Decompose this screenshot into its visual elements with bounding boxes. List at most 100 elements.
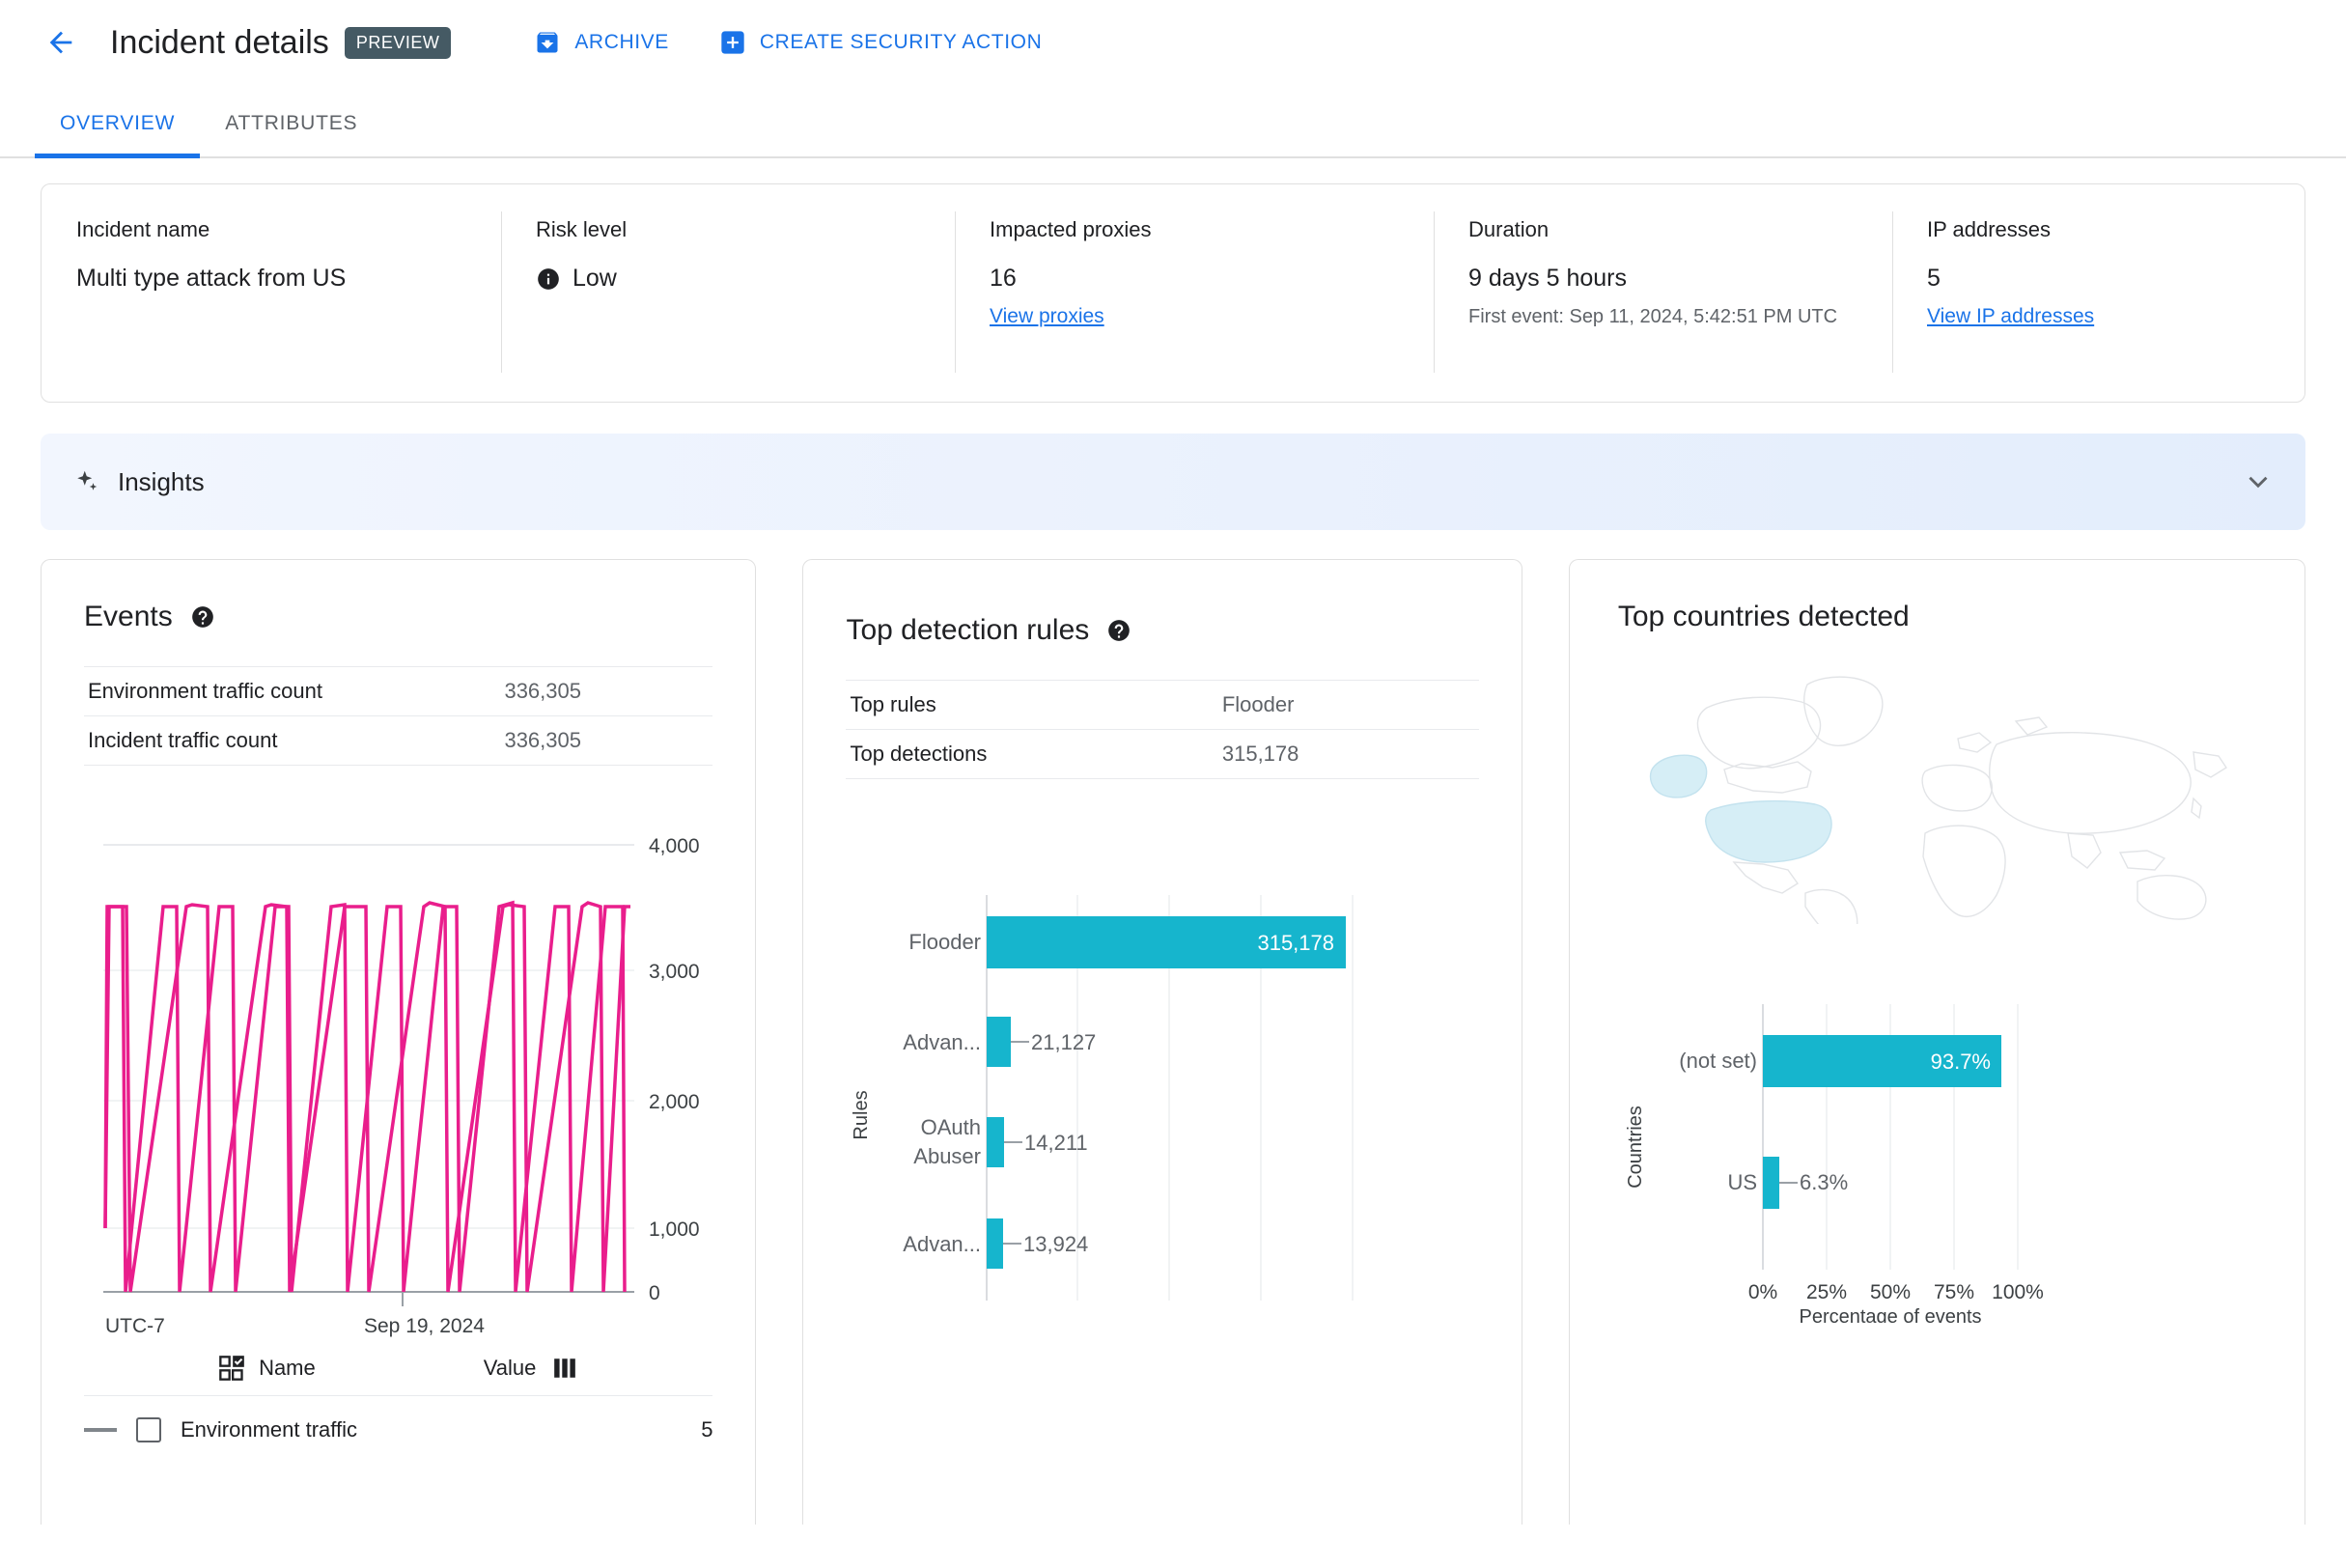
ip-addresses-value: 5 <box>1927 265 1941 292</box>
incident-name-label: Incident name <box>76 217 210 241</box>
incident-summary-card: Incident name Multi type attack from US … <box>41 183 2305 403</box>
events-legend-header: Name Value <box>84 1355 713 1396</box>
charts-row: Events Environment traffic count 336,305… <box>41 559 2305 1525</box>
help-icon[interactable] <box>1106 618 1131 643</box>
countries-x-axis-title: Percentage of events <box>1799 1306 1981 1323</box>
summary-impacted-proxies: Impacted proxies 16 View proxies <box>955 211 1434 377</box>
legend-value-header: Value <box>484 1356 579 1381</box>
bar-label-us: US <box>1727 1170 1757 1194</box>
countries-y-axis-title: Countries <box>1625 1106 1646 1189</box>
world-map <box>1618 658 2276 929</box>
view-ip-addresses-link[interactable]: View IP addresses <box>1927 305 2263 328</box>
select-all-icon[interactable] <box>218 1355 245 1382</box>
rules-row-key: Top rules <box>850 692 936 716</box>
summary-risk-level: Risk level Low <box>501 211 955 377</box>
bar-advanced-2 <box>987 1218 1004 1269</box>
bar-label-flooder: Flooder <box>909 930 982 954</box>
y-tick-4000: 4,000 <box>649 835 700 857</box>
risk-level-value-wrap: Low <box>536 264 920 294</box>
archive-icon <box>537 32 558 53</box>
list-item[interactable]: Environment traffic 5 <box>84 1396 712 1442</box>
summary-ip-addresses: IP addresses 5 View IP addresses <box>1892 211 2298 377</box>
bar-value-us: 6.3% <box>1800 1170 1848 1194</box>
y-tick-0: 0 <box>649 1282 660 1304</box>
series-color-swatch <box>84 1428 117 1432</box>
bar-us <box>1762 1157 1779 1209</box>
legend-name-label: Name <box>259 1356 316 1380</box>
events-row-key: Incident traffic count <box>88 728 278 752</box>
create-security-action-button[interactable]: CREATE SECURITY ACTION <box>719 29 1042 56</box>
table-row: Environment traffic count 336,305 <box>84 666 713 716</box>
bar-value-oauth-abuser: 14,211 <box>1024 1131 1088 1155</box>
bar-label-abuser: Abuser <box>914 1144 982 1168</box>
rules-card-title-row: Top detection rules <box>846 614 1478 647</box>
back-button[interactable] <box>35 16 87 69</box>
risk-level-label: Risk level <box>536 217 628 241</box>
bar-label-oauth: OAuth <box>921 1115 981 1139</box>
y-tick-1000: 1,000 <box>649 1218 700 1241</box>
bar-value-advanced-1: 21,127 <box>1031 1030 1096 1054</box>
bar-value-flooder: 315,178 <box>1258 931 1335 955</box>
series-checkbox[interactable] <box>136 1417 161 1442</box>
legend-series-name: Environment traffic <box>181 1417 358 1442</box>
view-proxies-link[interactable]: View proxies <box>990 305 1399 328</box>
duration-value: 9 days 5 hours <box>1468 265 1627 292</box>
legend-name-header: Name <box>218 1355 316 1382</box>
arrow-left-icon <box>49 31 72 54</box>
ip-addresses-label: IP addresses <box>1927 217 2052 241</box>
help-icon[interactable] <box>190 604 215 630</box>
world-map-svg <box>1650 676 2228 924</box>
x-tick-100: 100% <box>1992 1281 2044 1303</box>
main-content: Incident name Multi type attack from US … <box>0 183 2346 1525</box>
legend-value-label: Value <box>483 1356 537 1380</box>
sparkle-icon <box>77 470 98 490</box>
archive-label: ARCHIVE <box>574 31 669 53</box>
bar-advanced-1 <box>987 1017 1012 1067</box>
countries-bar-chart: Countries (not set) 93.7% US 6.3% 0% 25%… <box>1618 1004 2276 1328</box>
duration-first-event: First event: Sep 11, 2024, 5:42:51 PM UT… <box>1468 306 1838 328</box>
bar-label-advanced-2: Advan... <box>904 1232 982 1256</box>
events-row-value: 336,305 <box>504 728 581 752</box>
bar-value-advanced-2: 13,924 <box>1023 1232 1088 1256</box>
rules-row-value: Flooder <box>1221 692 1295 716</box>
plus-box-icon <box>721 31 744 54</box>
top-countries-card: Top countries detected Countries (not se… <box>1568 559 2305 1525</box>
y-tick-2000: 2,000 <box>649 1091 700 1113</box>
countries-card-title: Top countries detected <box>1617 601 1910 632</box>
events-card: Events Environment traffic count 336,305… <box>41 559 757 1525</box>
x-tick-0: 0% <box>1748 1281 1777 1303</box>
impacted-proxies-value: 16 <box>990 265 1017 292</box>
table-row: Top rules Flooder <box>846 680 1479 730</box>
page-title: Incident details <box>110 23 329 61</box>
bar-oauth-abuser <box>987 1117 1005 1167</box>
summary-duration: Duration 9 days 5 hours First event: Sep… <box>1434 211 1892 377</box>
x-tick-date: Sep 19, 2024 <box>364 1315 485 1337</box>
tab-attributes[interactable]: ATTRIBUTES <box>200 112 382 156</box>
chevron-down-icon[interactable] <box>2242 465 2275 498</box>
insights-title: Insights <box>118 466 205 496</box>
incident-name-value: Multi type attack from US <box>76 265 347 292</box>
events-card-title-row: Events <box>84 601 712 633</box>
top-bar: Incident details PREVIEW ARCHIVE CREATE … <box>0 0 2346 85</box>
impacted-proxies-label: Impacted proxies <box>990 217 1152 241</box>
tab-overview[interactable]: OVERVIEW <box>35 112 201 158</box>
events-row-value: 336,305 <box>504 679 581 703</box>
x-tick-25: 25% <box>1806 1281 1847 1303</box>
rules-kv-table: Top rules Flooder Top detections 315,178 <box>846 680 1479 779</box>
countries-card-title-row: Top countries detected <box>1618 601 2276 633</box>
rules-row-value: 315,178 <box>1221 742 1299 766</box>
risk-level-value: Low <box>573 265 617 292</box>
x-tick-utc: UTC-7 <box>105 1315 165 1337</box>
table-row: Top detections 315,178 <box>846 729 1479 779</box>
events-row-key: Environment traffic count <box>88 679 322 703</box>
columns-icon[interactable] <box>551 1356 578 1381</box>
rules-bar-chart-svg: Rules Flooder 315,178 Advan... 21,127 OA… <box>851 895 1355 1301</box>
bar-value-not-set: 93.7% <box>1930 1050 1990 1074</box>
summary-incident-name: Incident name Multi type attack from US <box>42 217 501 377</box>
tab-bar: OVERVIEW ATTRIBUTES <box>0 85 2346 158</box>
events-chart-svg: 4,000 3,000 2,000 1,000 0 UTC-7 Sep 19, … <box>103 835 700 1337</box>
archive-button[interactable]: ARCHIVE <box>534 29 669 56</box>
rules-row-key: Top detections <box>850 742 988 766</box>
insights-banner[interactable]: Insights <box>41 434 2305 530</box>
top-detection-rules-card: Top detection rules Top rules Flooder To… <box>802 559 1522 1525</box>
